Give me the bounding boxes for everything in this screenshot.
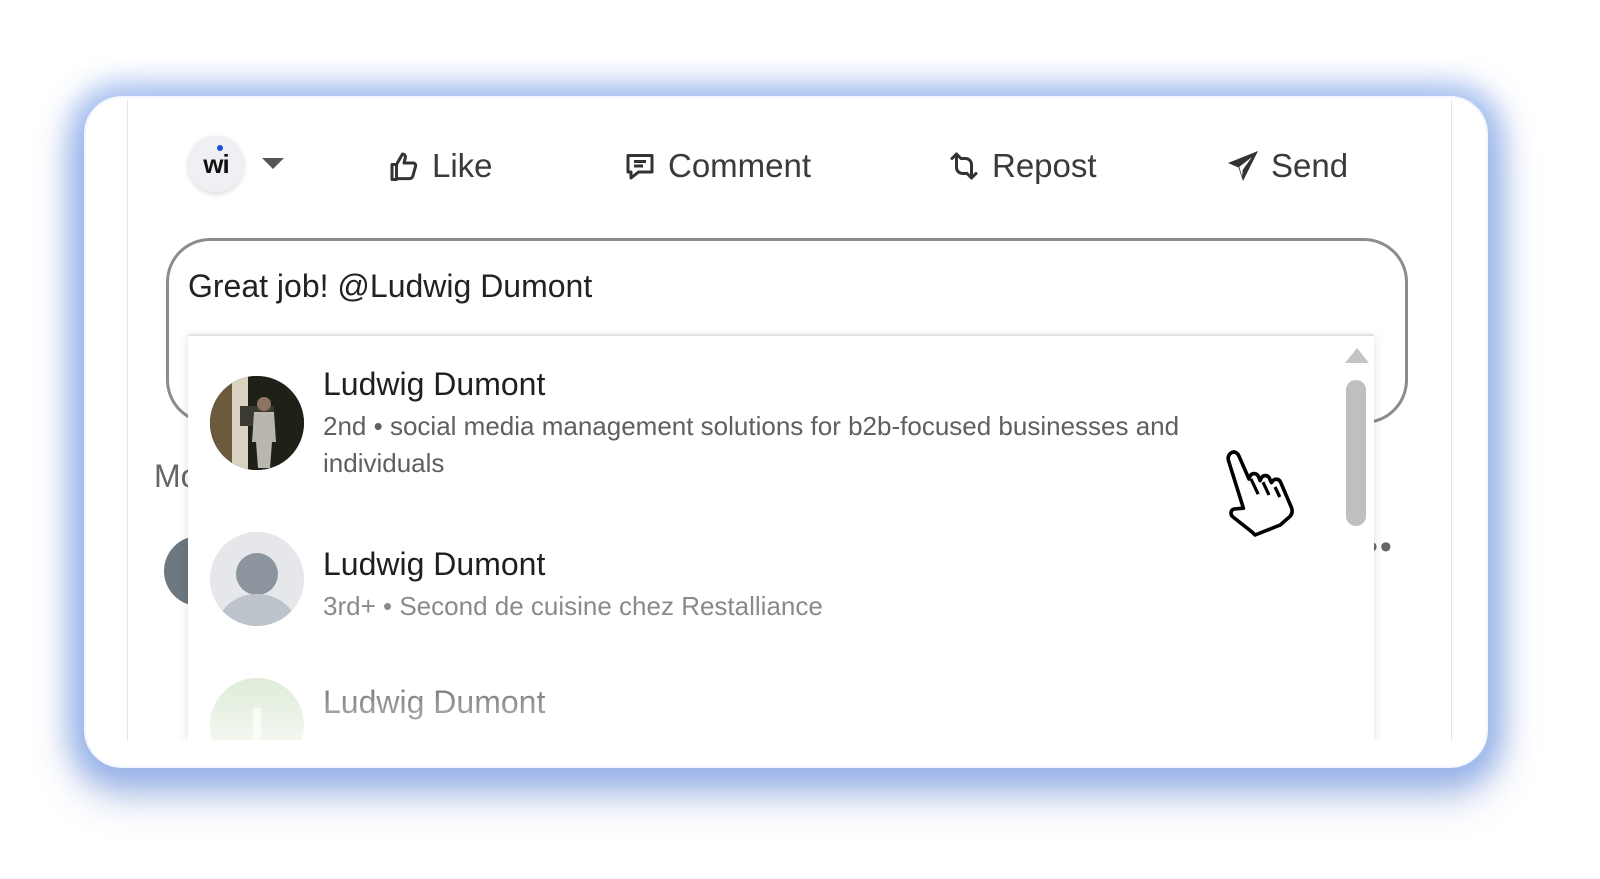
actor-avatar[interactable]: wi [188, 136, 244, 192]
mention-option[interactable]: Ludwig Dumont 3rd+ • Second de cuisine c… [188, 514, 1338, 644]
post-card: wi Like Comment Repost Send Great job! @… [127, 100, 1452, 740]
mention-name: Ludwig Dumont [323, 366, 546, 402]
like-icon [390, 152, 418, 181]
repost-label: Repost [992, 147, 1097, 184]
mention-option[interactable]: Ludwig Dumont [188, 644, 1338, 740]
repost-icon [950, 152, 978, 180]
separator-dot: • [373, 411, 383, 441]
mention-name: Ludwig Dumont [323, 684, 546, 720]
mention-option[interactable]: Ludwig Dumont 2nd • social media managem… [188, 336, 1338, 514]
send-label: Send [1271, 147, 1349, 184]
notification-dot [217, 144, 224, 151]
mention-description: 2nd • social media management solutions … [323, 408, 1283, 482]
scroll-up-arrow-icon[interactable] [1345, 348, 1369, 363]
mention-suggestions: Ludwig Dumont 2nd • social media managem… [188, 334, 1374, 740]
send-button[interactable]: Send [1225, 138, 1348, 194]
comment-label: Comment [668, 147, 812, 184]
pointer-hand-icon [1226, 450, 1294, 537]
separator-dot: • [383, 591, 393, 621]
mention-headline: Second de cuisine chez Restalliance [399, 591, 823, 621]
repost-button[interactable]: Repost [946, 138, 1097, 194]
caret-down-icon[interactable] [262, 158, 284, 169]
comment-input-text: Great job! @Ludwig Dumont [188, 268, 593, 304]
comment-icon [626, 154, 654, 180]
mention-headline: social media management solutions for b2… [323, 411, 1180, 478]
send-icon [1228, 151, 1258, 181]
comment-button[interactable]: Comment [622, 138, 811, 194]
profile-photo [210, 678, 304, 740]
scrollbar-thumb[interactable] [1346, 380, 1366, 526]
default-avatar-icon [210, 532, 304, 626]
mention-name: Ludwig Dumont [323, 546, 546, 582]
mention-description: 3rd+ • Second de cuisine chez Restallian… [323, 588, 1283, 625]
like-label: Like [432, 147, 493, 184]
actor-initials: wi [203, 144, 230, 180]
like-button[interactable]: Like [386, 138, 493, 194]
connection-degree: 2nd [323, 411, 367, 441]
connection-degree: 3rd+ [323, 591, 376, 621]
profile-photo [210, 376, 304, 470]
